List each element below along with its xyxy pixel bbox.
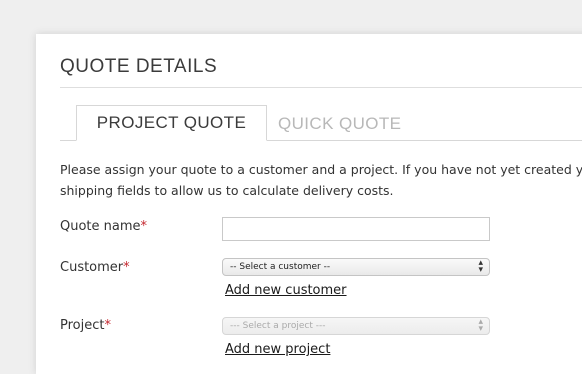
- required-asterisk: *: [140, 219, 148, 234]
- customer-select-value: -- Select a customer --: [230, 262, 331, 272]
- intro-text: Please assign your quote to a customer a…: [60, 159, 582, 201]
- select-arrows-icon: ▴ ▾: [478, 317, 483, 334]
- quote-details-panel: QUOTE DETAILS PROJECT QUOTE QUICK QUOTE …: [36, 34, 582, 374]
- tab-quick-quote[interactable]: QUICK QUOTE: [278, 114, 401, 134]
- project-select[interactable]: --- Select a project --- ▴ ▾: [222, 317, 490, 335]
- tab-project-quote-label: PROJECT QUOTE: [96, 113, 247, 132]
- customer-label: Customer*: [60, 260, 130, 275]
- project-label: Project*: [60, 318, 111, 333]
- tab-project-quote[interactable]: PROJECT QUOTE: [76, 105, 267, 141]
- intro-line-2: shipping fields to allow us to calculate…: [60, 183, 394, 198]
- project-select-value: --- Select a project ---: [230, 321, 326, 331]
- intro-line-1: Please assign your quote to a customer a…: [60, 162, 582, 177]
- add-new-project-link[interactable]: Add new project: [225, 342, 330, 357]
- title-divider: [60, 87, 582, 88]
- customer-select[interactable]: -- Select a customer -- ▴ ▾: [222, 258, 490, 276]
- section-title: QUOTE DETAILS: [60, 56, 218, 77]
- quote-name-input[interactable]: [222, 217, 490, 241]
- required-asterisk: *: [104, 318, 111, 333]
- select-arrows-icon: ▴ ▾: [478, 258, 483, 275]
- quote-name-label: Quote name*: [60, 219, 148, 234]
- required-asterisk: *: [123, 260, 130, 275]
- add-new-customer-link[interactable]: Add new customer: [225, 283, 347, 298]
